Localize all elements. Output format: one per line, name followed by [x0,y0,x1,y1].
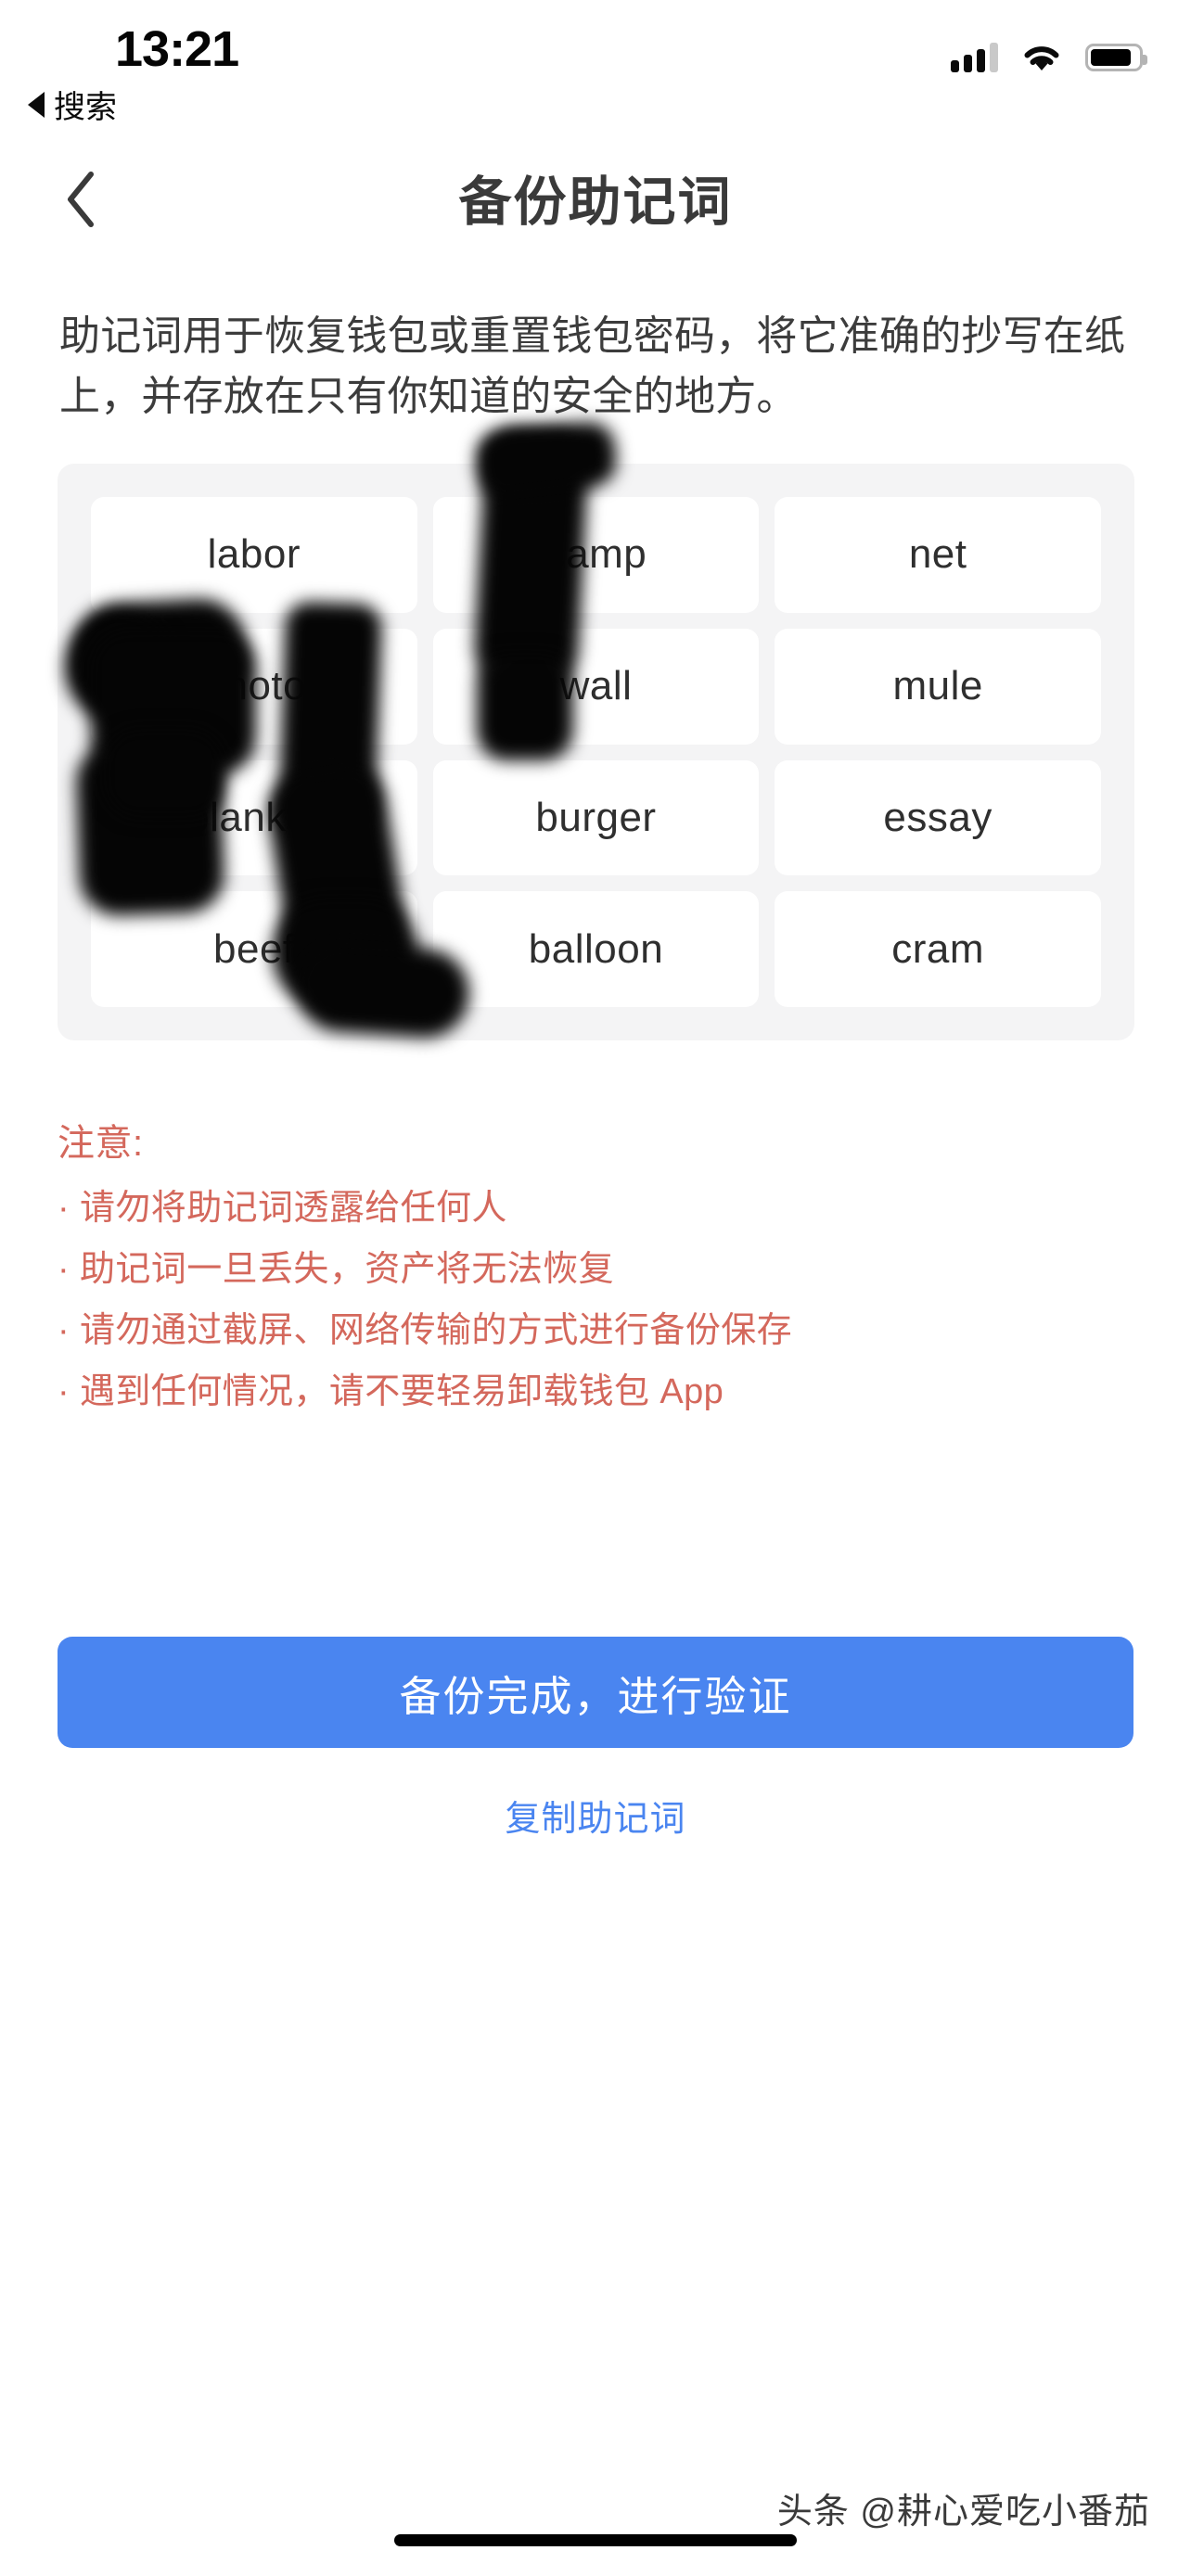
mnemonic-word-cell[interactable]: labor [91,497,417,613]
mnemonic-word-cell[interactable]: net [775,497,1101,613]
mnemonic-word-cell[interactable]: balloon [432,891,760,1007]
status-bar-clock: 13:21 [115,21,239,77]
warning-notes: 注意: · 请勿将助记词透露给任何人 · 助记词一旦丢失，资产将无法恢复 · 请… [58,1113,1133,1435]
watermark-text: 头条 @耕心爱吃小番茄 [776,2493,1150,2531]
mnemonic-grid: labor camp net photo wall mule blanket b… [91,497,1101,1007]
battery-icon [1085,44,1147,71]
status-bar: 13:21 [0,0,1191,111]
description-text: 助记词用于恢复钱包或重置钱包密码，将它准确的抄写在纸上，并存放在只有你知道的安全… [59,313,1126,420]
mnemonic-word-cell[interactable]: cram [775,891,1101,1007]
mnemonic-word-cell[interactable]: wall [432,628,760,745]
warning-item: · 请勿将助记词透露给任何人 [58,1189,507,1228]
warning-item: · 助记词一旦丢失，资产将无法恢复 [58,1250,615,1289]
page-title: 备份助记词 [458,172,733,232]
navigation-bar: 备份助记词 [0,139,1191,260]
warning-title: 注意: [58,1123,144,1164]
home-indicator[interactable] [394,2534,797,2546]
mnemonic-word-cell[interactable]: mule [775,628,1101,745]
mnemonic-panel: labor camp net photo wall mule blanket b… [58,419,1134,1041]
wifi-icon [1022,43,1061,72]
status-bar-indicators [951,43,1147,72]
mnemonic-word-cell[interactable]: camp [432,497,760,613]
confirm-backup-button[interactable]: 备份完成，进行验证 [58,1637,1133,1748]
warning-item: · 遇到任何情况，请不要轻易卸载钱包 App [58,1372,724,1411]
mnemonic-word-cell[interactable]: blanket [91,759,417,876]
back-to-search-chip[interactable]: 搜索 [28,82,117,127]
copy-mnemonic-link[interactable]: 复制助记词 [0,1790,1191,1841]
mnemonic-word-cell[interactable]: burger [432,759,760,876]
mnemonic-word-cell[interactable]: photo [91,628,417,745]
warning-item: · 请勿通过截屏、网络传输的方式进行备份保存 [58,1311,793,1350]
phone-screen: 13:21 搜索 备份助记词 助记词用于恢复钱包或重置钱包密码，将它准确的抄写在… [0,0,1191,2576]
cellular-signal-icon [951,43,998,72]
back-to-search-label: 搜索 [54,90,117,125]
mnemonic-word-cell[interactable]: beef [91,891,417,1007]
mnemonic-word-cell[interactable]: essay [775,759,1101,876]
left-triangle-icon [28,91,45,118]
